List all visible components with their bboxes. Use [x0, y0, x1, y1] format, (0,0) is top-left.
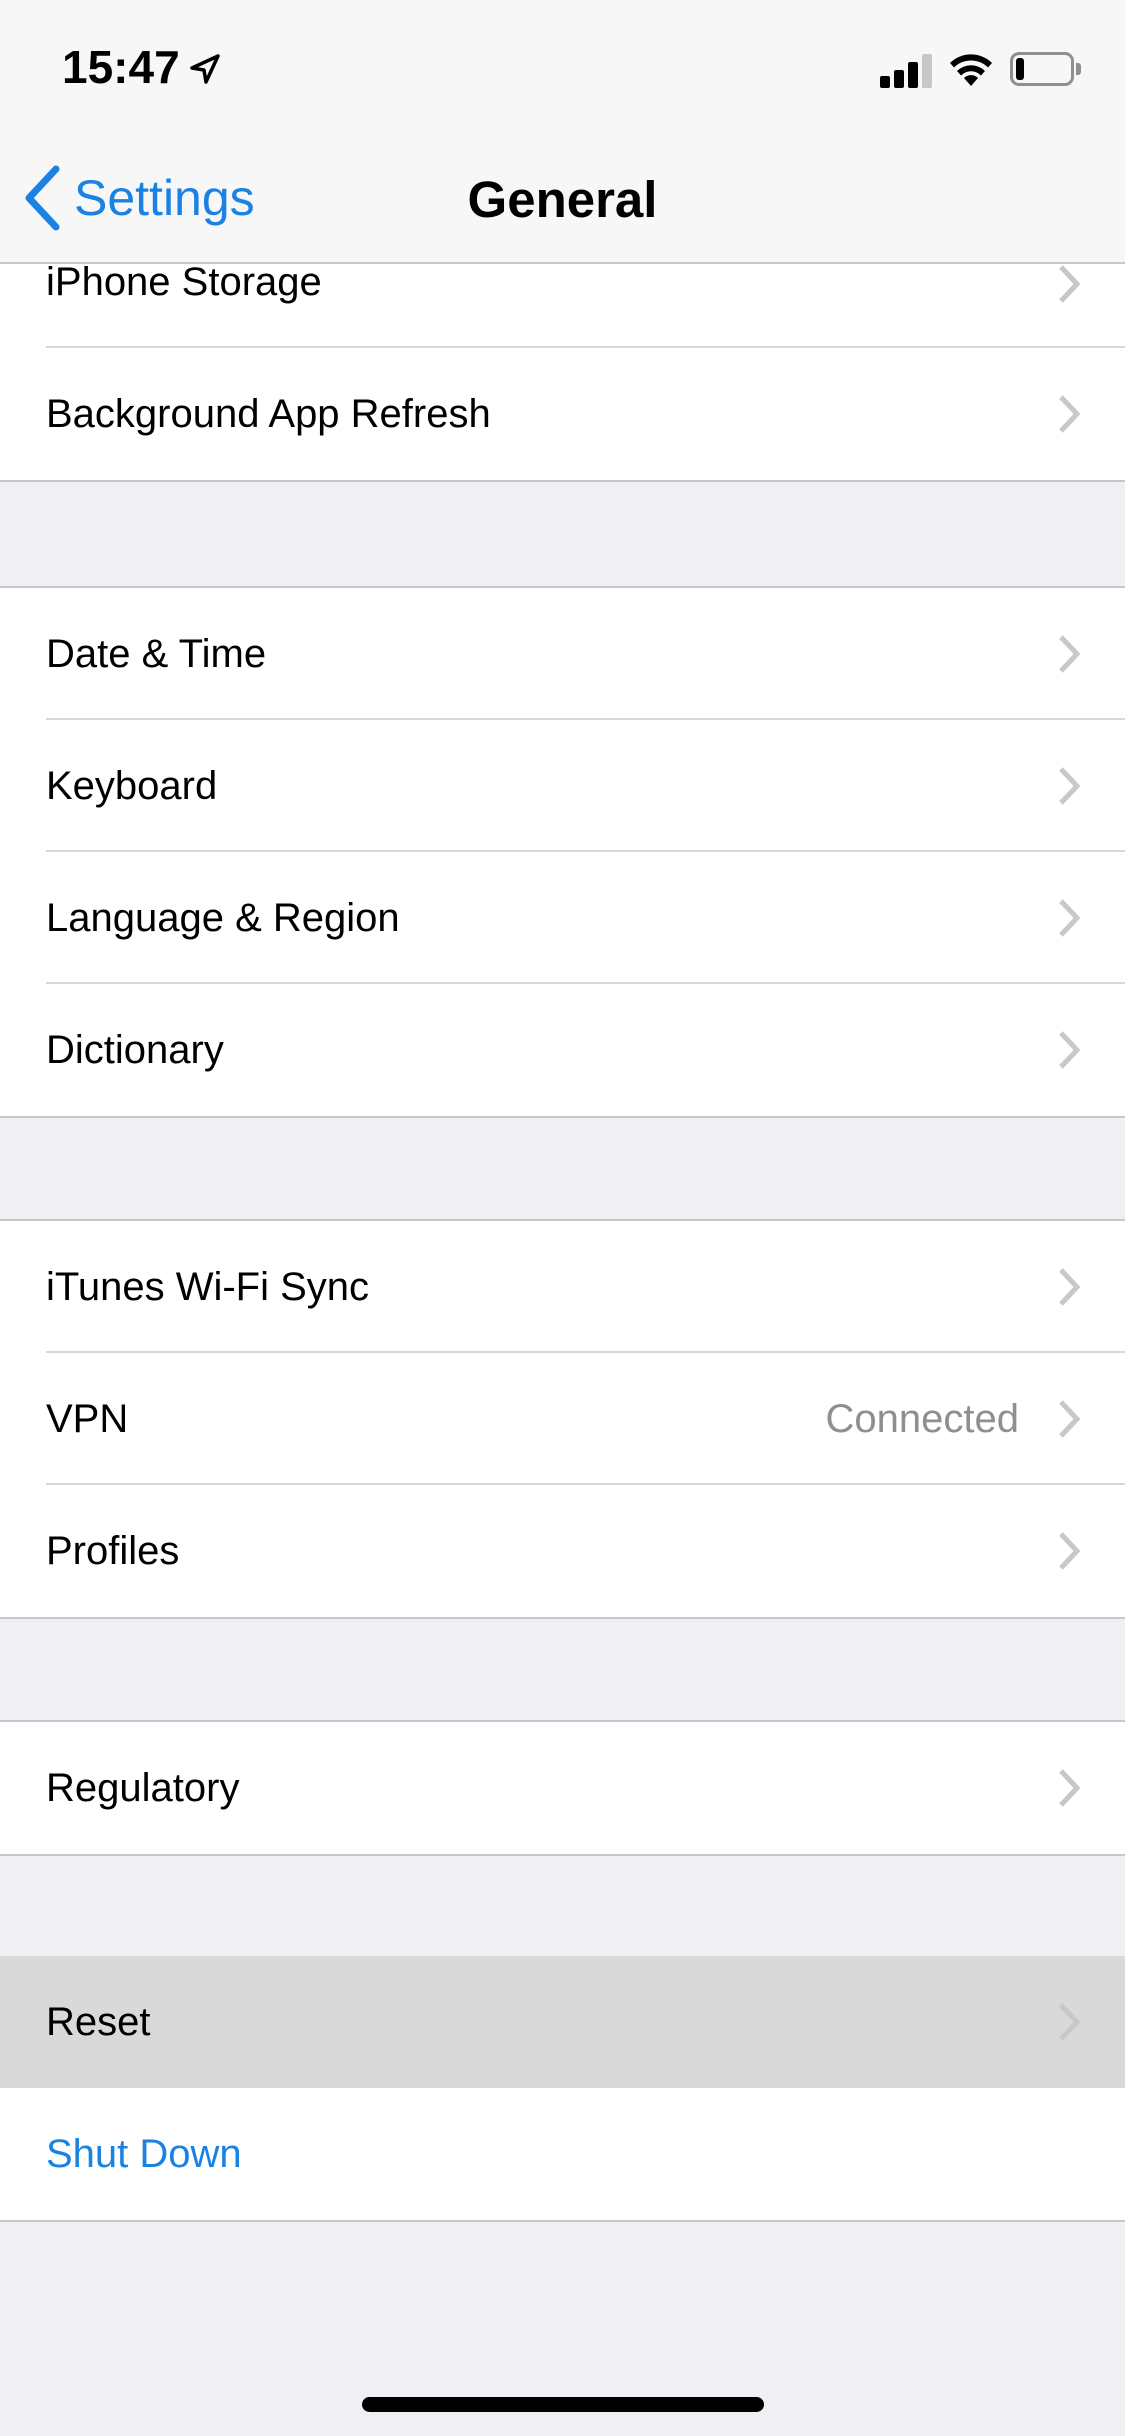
row-label: VPN — [46, 1396, 129, 1441]
location-arrow-icon — [190, 54, 220, 84]
chevron-right-icon — [1059, 899, 1081, 937]
row-label: iTunes Wi-Fi Sync — [46, 1264, 370, 1309]
chevron-right-icon — [1059, 395, 1081, 433]
general-settings-screen: iPhone Storage Background App Refresh Da… — [0, 0, 1125, 2436]
row-reset[interactable]: Reset — [0, 1956, 1125, 2088]
chevron-right-icon — [1059, 635, 1081, 673]
row-vpn[interactable]: VPN Connected — [0, 1353, 1125, 1485]
chevron-right-icon — [1059, 767, 1081, 805]
row-keyboard[interactable]: Keyboard — [0, 720, 1125, 852]
chevron-right-icon — [1059, 1031, 1081, 1069]
row-label: Keyboard — [46, 763, 218, 808]
row-label: Date & Time — [46, 631, 267, 676]
group-date-keyboard: Date & Time Keyboard Language & Region D… — [0, 586, 1125, 1118]
battery-icon — [1010, 52, 1082, 86]
chevron-right-icon — [1059, 1400, 1081, 1438]
row-date-time[interactable]: Date & Time — [0, 588, 1125, 720]
row-language-region[interactable]: Language & Region — [0, 852, 1125, 984]
shut-down-button[interactable]: Shut Down — [0, 2088, 1125, 2220]
row-regulatory[interactable]: Regulatory — [0, 1722, 1125, 1854]
group-sync-vpn: iTunes Wi-Fi Sync VPN Connected Profiles — [0, 1219, 1125, 1619]
battery-level — [1016, 58, 1024, 80]
wifi-icon — [950, 54, 992, 86]
row-label: Regulatory — [46, 1765, 240, 1810]
row-dictionary[interactable]: Dictionary — [0, 984, 1125, 1116]
row-itunes-wifi-sync[interactable]: iTunes Wi-Fi Sync — [0, 1221, 1125, 1353]
chevron-right-icon — [1059, 265, 1081, 303]
home-indicator[interactable] — [362, 2397, 764, 2412]
group-regulatory: Regulatory — [0, 1720, 1125, 1856]
vpn-status: Connected — [825, 1396, 1019, 1441]
page-title: General — [467, 171, 658, 228]
row-label: Profiles — [46, 1528, 180, 1573]
navigation-bar: Settings General — [0, 132, 1125, 264]
chevron-right-icon — [1059, 1532, 1081, 1570]
cellular-signal-icon — [880, 52, 936, 88]
row-label: Shut Down — [46, 2131, 242, 2176]
row-label: Reset — [46, 1999, 151, 2044]
chevron-right-icon — [1059, 1769, 1081, 1807]
row-profiles[interactable]: Profiles — [0, 1485, 1125, 1617]
row-label: Dictionary — [46, 1027, 224, 1072]
row-label: iPhone Storage — [46, 260, 322, 304]
status-time: 15:47 — [62, 41, 180, 93]
row-label: Background App Refresh — [46, 391, 491, 436]
chevron-right-icon — [1059, 1268, 1081, 1306]
status-bar: 15:47 — [0, 0, 1125, 132]
row-label: Language & Region — [46, 895, 400, 940]
group-reset-shutdown: Reset Shut Down — [0, 1956, 1125, 2222]
chevron-right-icon — [1059, 2003, 1081, 2041]
row-background-app-refresh[interactable]: Background App Refresh — [0, 348, 1125, 480]
